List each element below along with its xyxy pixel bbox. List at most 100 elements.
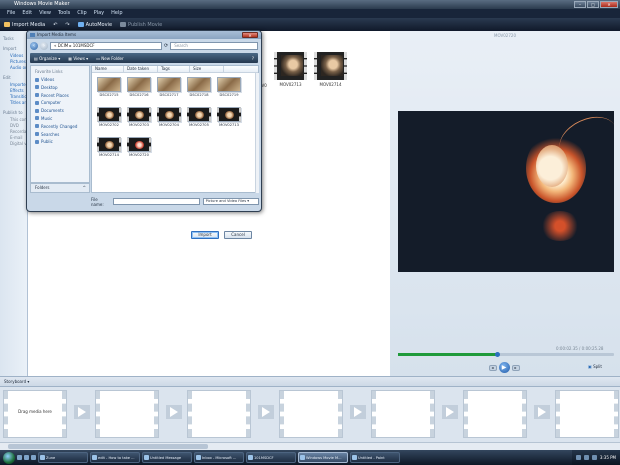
task-import-videos[interactable]: Videos	[10, 53, 27, 58]
favorite-link[interactable]: Searches	[35, 132, 89, 137]
clip-item[interactable]: MOV02713	[274, 52, 307, 90]
menu-view[interactable]: View	[39, 9, 51, 18]
menu-edit[interactable]: Edit	[22, 9, 32, 18]
favorite-link[interactable]: Desktop	[35, 85, 89, 90]
task-transitions[interactable]: Transitions	[10, 94, 27, 99]
column-date-taken[interactable]: Date taken	[124, 66, 158, 72]
file-item[interactable]: MOV02720	[125, 137, 153, 157]
storyboard-dropdown[interactable]: Storyboard ▾	[4, 379, 29, 384]
close-button[interactable]: ✕	[600, 1, 618, 8]
storyboard-cell[interactable]	[280, 391, 342, 437]
menu-tools[interactable]: Tools	[58, 9, 70, 18]
favorite-link[interactable]: Public	[35, 139, 89, 144]
storyboard-scrollbar[interactable]	[0, 442, 620, 450]
task-publish-computer[interactable]: This computer	[10, 117, 27, 122]
favorite-link[interactable]: Computer	[35, 100, 89, 105]
task-imported-media[interactable]: Imported media	[10, 82, 27, 87]
quicklaunch-icon[interactable]	[24, 455, 29, 460]
back-icon[interactable]: ‹	[30, 41, 38, 50]
task-publish-camera[interactable]: Digital video camera	[10, 141, 27, 146]
taskbar-button[interactable]: Untitled - Paint	[350, 452, 400, 463]
storyboard-cell[interactable]	[464, 391, 526, 437]
favorite-link[interactable]: Recent Places	[35, 93, 89, 98]
scroll-thumb[interactable]	[8, 444, 208, 449]
address-bar[interactable]: « DCIM ▸ 101MSDCF	[50, 41, 162, 50]
folders-toggle[interactable]: Folders ^	[30, 183, 90, 193]
menu-help[interactable]: Help	[111, 9, 122, 18]
views-button[interactable]: ▦ Views ▾	[68, 56, 88, 61]
menu-play[interactable]: Play	[94, 9, 104, 18]
favorite-link[interactable]: Documents	[35, 108, 89, 113]
previous-frame-button[interactable]: ◂	[488, 364, 497, 371]
cancel-button[interactable]: Cancel	[224, 231, 252, 239]
maximize-button[interactable]: □	[587, 1, 599, 8]
task-titles-credits[interactable]: Titles and credits	[10, 100, 27, 105]
menu-file[interactable]: File	[7, 9, 15, 18]
taskbar-button[interactable]: Windows Movie M...	[298, 452, 348, 463]
file-item[interactable]: DSC02717	[155, 77, 183, 97]
search-input[interactable]: Search	[170, 41, 258, 50]
favorite-link[interactable]: Videos	[35, 77, 89, 82]
transition-slot[interactable]	[442, 405, 458, 419]
quicklaunch-icon[interactable]	[31, 455, 36, 460]
quicklaunch-icon[interactable]	[17, 455, 22, 460]
file-item[interactable]: MOV02703	[125, 107, 153, 127]
transition-slot[interactable]	[534, 405, 550, 419]
storyboard-cell[interactable]	[96, 391, 158, 437]
file-item[interactable]: MOV02713	[215, 107, 243, 127]
task-publish-email[interactable]: E-mail	[10, 135, 27, 140]
task-publish-dvd[interactable]: DVD	[10, 123, 27, 128]
refresh-icon[interactable]: ⟳	[164, 43, 168, 49]
column-size[interactable]: Size	[190, 66, 224, 72]
task-effects[interactable]: Effects	[10, 88, 27, 93]
dialog-titlebar[interactable]: Import Media Items ✕	[27, 31, 261, 39]
redo-icon[interactable]: ↷	[65, 22, 69, 28]
file-item[interactable]: MOV02714	[95, 137, 123, 157]
play-button[interactable]: ▶	[498, 362, 510, 373]
storyboard-cell[interactable]	[556, 391, 618, 437]
file-item[interactable]: DSC02716	[125, 77, 153, 97]
transition-slot[interactable]	[350, 405, 366, 419]
file-item[interactable]: MOV02704	[155, 107, 183, 127]
seek-bar[interactable]	[398, 352, 614, 357]
taskbar-button[interactable]: 101MSDCF	[246, 452, 296, 463]
file-item[interactable]: MOV02702	[95, 107, 123, 127]
task-publish-cd[interactable]: Recordable CD	[10, 129, 27, 134]
automovie-button[interactable]: AutoMovie	[77, 22, 112, 28]
transition-slot[interactable]	[166, 405, 182, 419]
tray-icon[interactable]	[575, 455, 581, 460]
undo-icon[interactable]: ↶	[53, 22, 57, 28]
help-icon[interactable]: ?	[252, 56, 254, 61]
volume-icon[interactable]	[591, 455, 597, 460]
next-frame-button[interactable]: ▸	[511, 364, 520, 371]
minimize-button[interactable]: –	[574, 1, 586, 8]
clock[interactable]: 3:35 PM	[600, 455, 616, 460]
column-tags[interactable]: Tags	[158, 66, 190, 72]
column-name[interactable]: Name	[92, 66, 124, 72]
file-list-scrollbar[interactable]	[255, 73, 259, 193]
storyboard-cell[interactable]	[372, 391, 434, 437]
file-item[interactable]: DSC02718	[185, 77, 213, 97]
taskbar-button[interactable]: edit - How to take ...	[90, 452, 140, 463]
menu-clip[interactable]: Clip	[77, 9, 86, 18]
import-button[interactable]: Import	[191, 231, 219, 239]
split-button[interactable]: ▣ Split	[588, 364, 602, 369]
file-item[interactable]: DSC02719	[215, 77, 243, 97]
taskbar-button[interactable]: Untitled Message	[142, 452, 192, 463]
file-item[interactable]: DSC02715	[95, 77, 123, 97]
start-button[interactable]	[3, 451, 15, 464]
import-media-button[interactable]: Import Media	[4, 22, 45, 28]
filename-input[interactable]	[113, 198, 200, 205]
taskbar-button[interactable]: Zune	[38, 452, 88, 463]
dialog-close-button[interactable]: ✕	[242, 32, 258, 38]
task-import-audio[interactable]: Audio or Music	[10, 65, 27, 70]
storyboard-cell[interactable]: Drag media here	[4, 391, 66, 437]
file-type-select[interactable]: Picture and Video Files ▾	[202, 198, 259, 205]
new-folder-button[interactable]: ▭ New Folder	[96, 56, 123, 61]
publish-movie-button[interactable]: Publish Movie	[120, 22, 162, 28]
tray-icon[interactable]	[583, 455, 589, 460]
forward-icon[interactable]: ›	[40, 41, 48, 50]
organize-button[interactable]: ▤ Organize ▾	[34, 56, 60, 61]
transition-slot[interactable]	[258, 405, 274, 419]
favorite-link[interactable]: Recently Changed	[35, 124, 89, 129]
